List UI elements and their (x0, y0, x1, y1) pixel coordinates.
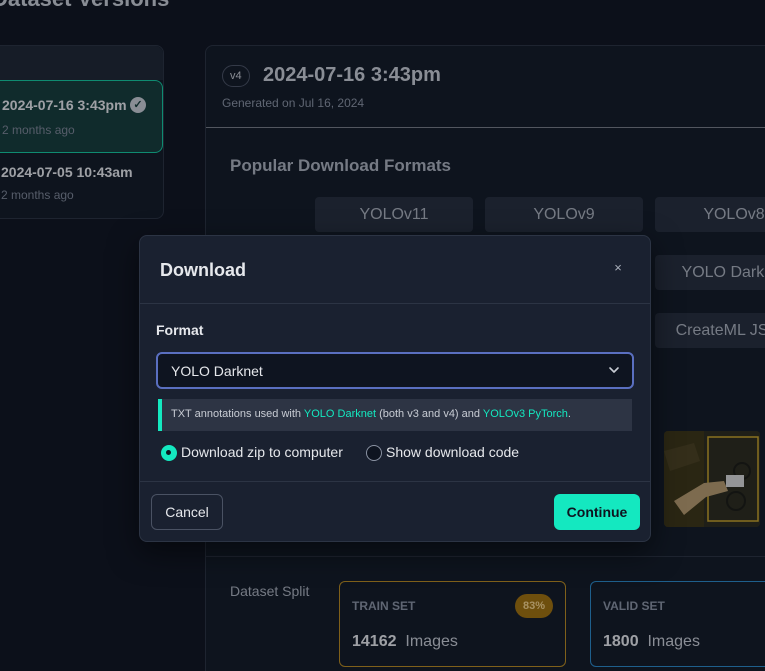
continue-button[interactable]: Continue (554, 494, 640, 530)
download-zip-label: Download zip to computer (181, 444, 343, 460)
yolov3-pytorch-link[interactable]: YOLOv3 PyTorch (483, 408, 568, 420)
app-page: Dataset Versions 2024-07-16 3:43pm 2 mon… (0, 0, 765, 671)
format-info-text: TXT annotations used with YOLO Darknet (… (171, 408, 571, 420)
yolo-darknet-link[interactable]: YOLO Darknet (304, 408, 376, 420)
show-code-option[interactable]: Show download code (366, 443, 546, 463)
cancel-button[interactable]: Cancel (151, 494, 223, 530)
radio-unchecked-icon[interactable] (366, 445, 382, 461)
format-label: Format (156, 322, 204, 338)
modal-header-divider (140, 303, 650, 304)
format-info-box: TXT annotations used with YOLO Darknet (… (158, 399, 632, 431)
show-code-label: Show download code (386, 444, 520, 460)
modal-title: Download (160, 260, 246, 280)
download-modal: Download × Format YOLO Darknet TXT annot… (139, 235, 651, 542)
modal-footer-divider (140, 481, 650, 482)
download-zip-option[interactable]: Download zip to computer (161, 443, 371, 463)
format-select[interactable]: YOLO Darknet (156, 352, 634, 389)
format-select-value: YOLO Darknet (171, 363, 263, 379)
radio-checked-icon[interactable] (161, 445, 177, 461)
chevron-down-icon (609, 367, 619, 373)
close-icon[interactable]: × (610, 258, 626, 278)
